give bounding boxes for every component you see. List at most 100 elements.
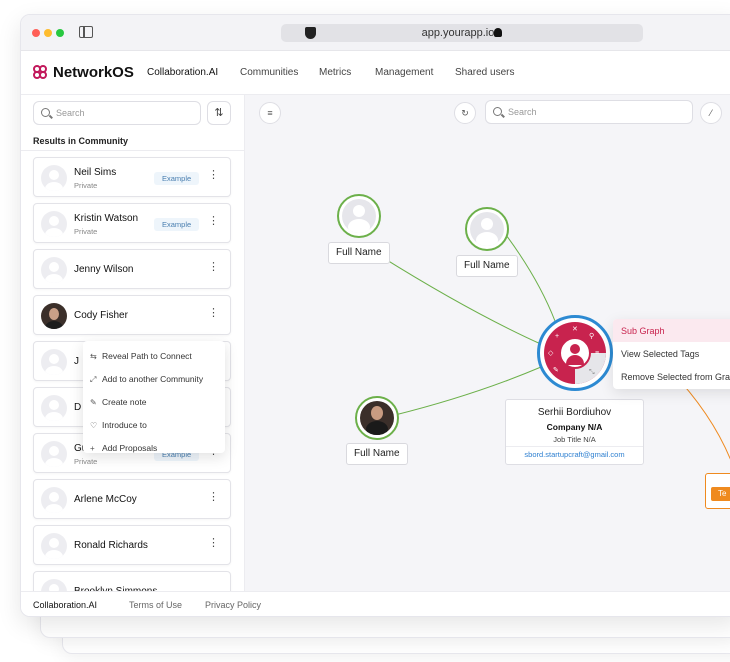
app-navbar: NetworkOS Collaboration.AI Communities M… — [21, 51, 730, 95]
menu-item-add-community[interactable]: ⤢ Add to another Community — [90, 374, 203, 385]
person-name: Serhii Bordiuhov — [537, 407, 612, 418]
menu-item-sub-graph[interactable]: Sub Graph — [621, 326, 665, 336]
contact-name: Kristin Watson — [74, 213, 139, 224]
graph-canvas[interactable]: ≡ ↻ Search ⁄ Full Name Full Name Full Na… — [245, 95, 730, 591]
list-item[interactable]: Neil Sims Private Example ⋮ — [33, 157, 231, 197]
handshake-icon: ♡ — [90, 421, 98, 430]
more-options-icon[interactable]: ⋮ — [208, 170, 219, 181]
person-company: Company N/A — [546, 422, 603, 432]
user-icon — [559, 337, 591, 369]
community-search-input[interactable]: Search — [33, 101, 201, 125]
sort-button[interactable]: ⇅ — [207, 101, 231, 125]
close-window-dot[interactable] — [32, 29, 40, 37]
graph-node[interactable] — [337, 194, 381, 238]
cursor-icon — [494, 28, 503, 37]
avatar — [41, 533, 67, 559]
list-item[interactable]: Cody Fisher ⋮ — [33, 295, 231, 335]
avatar — [41, 211, 67, 237]
footer-link-terms[interactable]: Terms of Use — [129, 600, 182, 610]
menu-item-label: Create note — [102, 397, 147, 407]
person-email[interactable]: sbord.startupcraft@gmail.com — [506, 450, 643, 459]
more-options-icon[interactable]: ⋮ — [208, 262, 219, 273]
contact-name: J — [74, 356, 79, 367]
tag-icon[interactable]: ◇ — [548, 350, 553, 357]
menu-item-create-note[interactable]: ✎ Create note — [90, 397, 146, 407]
address-bar[interactable]: app.yourapp.io — [281, 24, 643, 42]
selected-graph-node[interactable]: ✕ ⚲ ≡ ⤡ ✎ ◇ + — [537, 315, 613, 391]
url-text: app.yourapp.io — [421, 27, 495, 39]
pencil-icon[interactable]: ✎ — [553, 367, 559, 374]
node-action-wheel: ✕ ⚲ ≡ ⤡ ✎ ◇ + — [544, 322, 606, 384]
list-icon[interactable]: ≡ — [595, 350, 599, 357]
more-options-icon[interactable]: ⋮ — [208, 538, 219, 549]
menu-item-view-tags[interactable]: View Selected Tags — [621, 349, 699, 359]
brand-name[interactable]: NetworkOS — [53, 64, 134, 81]
community-icon: ⤢ — [90, 375, 97, 384]
results-title: Results in Community — [33, 136, 129, 146]
sort-icon: ⇅ — [214, 107, 224, 119]
avatar — [41, 257, 67, 283]
nav-metrics[interactable]: Metrics — [319, 67, 351, 78]
graph-node[interactable] — [355, 396, 399, 440]
more-options-icon[interactable]: ⋮ — [208, 308, 219, 319]
list-item[interactable]: Ronald Richards ⋮ — [33, 525, 231, 565]
tag-label: Te — [711, 487, 730, 501]
footer-link-privacy[interactable]: Privacy Policy — [205, 600, 261, 610]
expand-icon[interactable]: ⤡ — [589, 369, 595, 376]
nav-shared-users[interactable]: Shared users — [455, 67, 514, 78]
avatar — [41, 303, 67, 329]
avatar — [342, 199, 376, 233]
contact-name: Jenny Wilson — [74, 264, 134, 275]
pencil-icon: ✎ — [90, 398, 97, 407]
contact-name: Neil Sims — [74, 167, 117, 178]
menu-item-remove-selected[interactable]: Remove Selected from Graph — [621, 372, 730, 382]
nav-communities[interactable]: Communities — [240, 67, 298, 78]
search-icon — [41, 108, 50, 117]
footer-brand[interactable]: Collaboration.AI — [33, 600, 97, 610]
example-badge: Example — [154, 172, 200, 185]
community-panel: Search ⇅ Results in Community Neil Sims … — [21, 95, 245, 611]
app-window: app.yourapp.io NetworkOS Collaboration.A… — [20, 14, 730, 617]
maximize-window-dot[interactable] — [56, 29, 64, 37]
link-icon[interactable]: ⚲ — [589, 333, 594, 340]
node-label[interactable]: Full Name — [346, 443, 408, 465]
path-icon: ⇆ — [90, 352, 97, 361]
contact-name: Cody Fisher — [74, 310, 128, 321]
logo-icon — [33, 65, 49, 81]
example-badge: Example — [154, 218, 200, 231]
contact-privacy: Private — [74, 227, 98, 236]
list-item[interactable]: Arlene McCoy ⋮ — [33, 479, 231, 519]
shield-icon — [305, 27, 316, 39]
sidebar-toggle-icon[interactable] — [79, 26, 93, 38]
avatar — [41, 349, 67, 375]
avatar — [41, 441, 67, 467]
more-options-icon[interactable]: ⋮ — [208, 492, 219, 503]
contact-context-menu: ⇆ Reveal Path to Connect ⤢ Add to another … — [83, 341, 225, 453]
more-options-icon[interactable]: ⋮ — [208, 216, 219, 227]
node-label[interactable]: Full Name — [328, 242, 390, 264]
menu-item-label: Reveal Path to Connect — [102, 351, 192, 361]
contact-privacy: Private — [74, 181, 98, 190]
list-item[interactable]: Kristin Watson Private Example ⋮ — [33, 203, 231, 243]
nav-management[interactable]: Management — [375, 67, 433, 78]
browser-titlebar: app.yourapp.io — [21, 15, 730, 51]
plus-icon[interactable]: + — [555, 333, 559, 340]
menu-item-reveal-path[interactable]: ⇆ Reveal Path to Connect — [90, 351, 192, 361]
avatar — [360, 401, 394, 435]
list-item[interactable]: Jenny Wilson ⋮ — [33, 249, 231, 289]
nav-collaboration[interactable]: Collaboration.AI — [147, 67, 218, 78]
node-label[interactable]: Full Name — [456, 255, 518, 277]
person-info-card: Serhii Bordiuhov Company N/A Job Title N… — [505, 399, 644, 465]
avatar — [41, 395, 67, 421]
contact-privacy: Private — [74, 457, 98, 466]
menu-item-add-proposals[interactable]: + Add Proposals — [90, 443, 157, 453]
close-icon[interactable]: ✕ — [572, 326, 578, 333]
tag-node[interactable]: Te — [705, 473, 730, 509]
avatar — [41, 487, 67, 513]
minimize-window-dot[interactable] — [44, 29, 52, 37]
menu-item-introduce[interactable]: ♡ Introduce to — [90, 420, 147, 430]
menu-item-label: Add Proposals — [102, 443, 158, 453]
divider — [506, 446, 643, 447]
person-job-title: Job Title N/A — [553, 435, 596, 444]
graph-node[interactable] — [465, 207, 509, 251]
